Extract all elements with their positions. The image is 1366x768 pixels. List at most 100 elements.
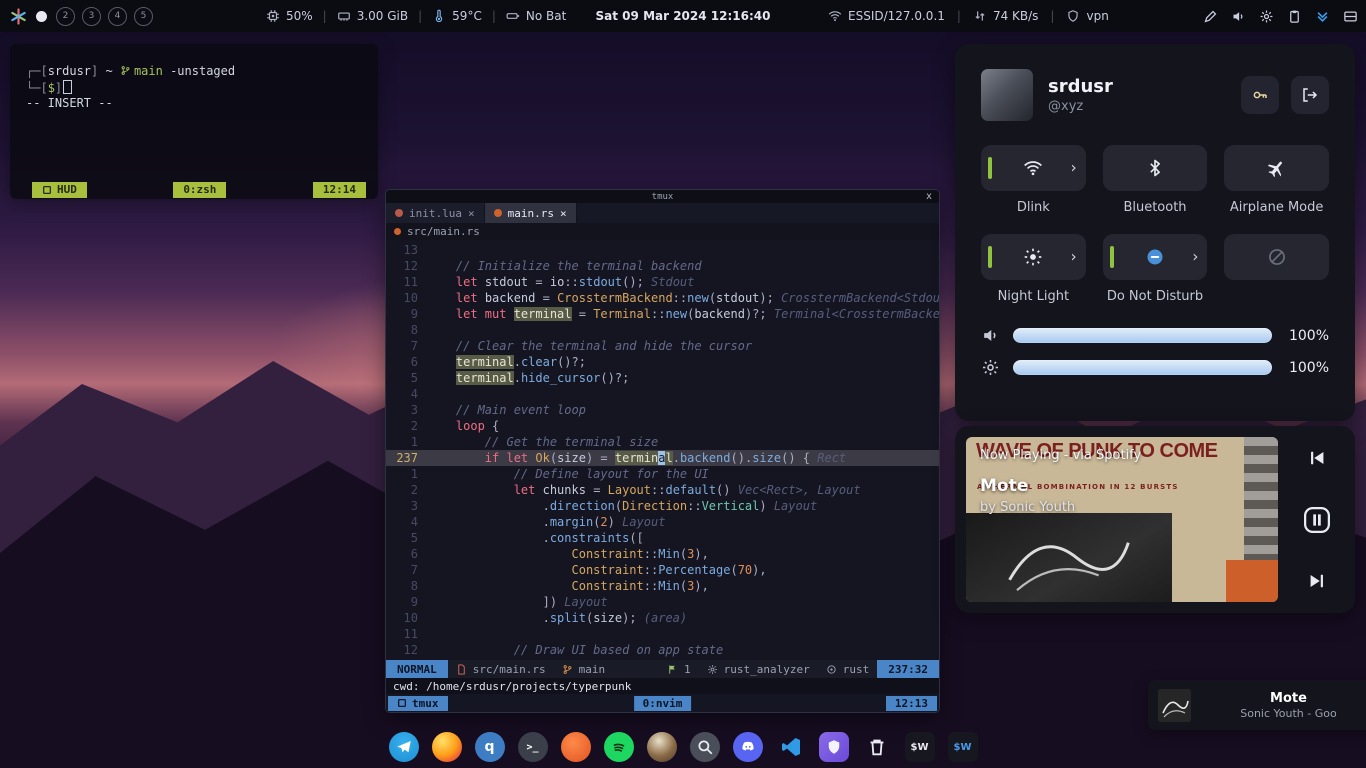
tab-init-lua[interactable]: init.lua ×: [386, 203, 485, 223]
filetype-icon: [826, 664, 837, 675]
window-title: tmux: [652, 192, 674, 202]
dock-wezterm-blue-icon[interactable]: $W: [948, 732, 978, 762]
volume-slider[interactable]: [1013, 328, 1272, 343]
tab-main-rs[interactable]: main.rs ×: [485, 203, 577, 223]
next-track-button[interactable]: [1306, 570, 1328, 592]
dock-firefox-icon[interactable]: [432, 732, 462, 762]
dock-vscode-icon[interactable]: [776, 732, 806, 762]
diagnostic-flag-icon: [667, 664, 678, 675]
code-line: 6 terminal.clear()?;: [386, 354, 939, 370]
divider: [1050, 9, 1054, 23]
wifi-icon: [828, 9, 842, 23]
terminal-window[interactable]: ┌─[srdusr] ~ main -unstaged└─[$]-- INSER…: [10, 44, 378, 199]
dock-trash-icon[interactable]: [862, 732, 892, 762]
breadcrumb: src/main.rs: [386, 223, 939, 240]
line-number: 1: [386, 466, 427, 482]
previous-track-button[interactable]: [1306, 447, 1328, 469]
tab-close-icon[interactable]: ×: [468, 207, 475, 220]
workspace-3[interactable]: 3: [82, 7, 101, 26]
code-line: 7 // Clear the terminal and hide the cur…: [386, 338, 939, 354]
code-line: 12 // Initialize the terminal backend: [386, 258, 939, 274]
code-line: 4 .margin(2) Layout: [386, 514, 939, 530]
vpn-status[interactable]: vpn: [1066, 9, 1108, 23]
code-line: 6 Constraint::Min(3),: [386, 546, 939, 562]
pause-button[interactable]: [1302, 505, 1332, 535]
track-title: Mote: [980, 476, 1028, 496]
logout-icon: [1301, 86, 1319, 104]
toggle-airplane[interactable]: [1224, 145, 1329, 191]
chevron-double-down-icon[interactable]: [1315, 9, 1330, 24]
window-close-button[interactable]: x: [926, 190, 932, 203]
toggle-bluetooth[interactable]: [1103, 145, 1208, 191]
dock-search-icon[interactable]: [690, 732, 720, 762]
settings-gear-icon[interactable]: [1259, 9, 1274, 24]
workspace-active-indicator[interactable]: [36, 11, 47, 22]
line-number: 9: [386, 594, 427, 610]
code-line: 5 .constraints([: [386, 530, 939, 546]
dock-telegram-icon[interactable]: [389, 732, 419, 762]
toggle-blocked[interactable]: [1224, 234, 1329, 280]
brightness-sun-icon: [981, 358, 1000, 377]
code-line: 9 ]) Layout: [386, 594, 939, 610]
vpn-shield-icon: [1066, 9, 1080, 23]
code-area[interactable]: 1312 // Initialize the terminal backend1…: [386, 240, 939, 660]
brightness-slider[interactable]: [1013, 360, 1272, 375]
cpu-stat: 50%: [266, 9, 313, 23]
password-key-button[interactable]: [1241, 76, 1279, 114]
workspace-4[interactable]: 4: [108, 7, 127, 26]
dock-discord-icon[interactable]: [733, 732, 763, 762]
toggle-label: Dlink: [981, 200, 1086, 217]
statusline-filetype: rust: [818, 660, 878, 678]
dock-shell-icon[interactable]: >_: [518, 732, 548, 762]
divider: [323, 9, 327, 23]
code-line: 3 // Main event loop: [386, 402, 939, 418]
notification-album-art: [1158, 689, 1191, 722]
dock-postman-icon[interactable]: [561, 732, 591, 762]
memory-icon: [337, 9, 351, 23]
tmux-time-segment: 12:13: [886, 696, 937, 711]
line-number: 12: [386, 258, 427, 274]
dock-gimp-icon[interactable]: [647, 732, 677, 762]
dock-spotify-icon[interactable]: [604, 732, 634, 762]
memory-stat: 3.00 GiB: [337, 9, 408, 23]
workspace-5[interactable]: 5: [134, 7, 153, 26]
battery-icon: [506, 9, 520, 23]
line-number: 7: [386, 562, 427, 578]
battery-stat: No Bat: [506, 9, 566, 23]
line-number: 6: [386, 546, 427, 562]
workspace-2[interactable]: 2: [56, 7, 75, 26]
speaker-icon[interactable]: [1231, 9, 1246, 24]
tmux-window[interactable]: tmux x init.lua × main.rs × src/main.rs …: [385, 189, 940, 713]
notification[interactable]: Mote Sonic Youth - Goo: [1148, 680, 1366, 730]
zsh-segment: 0:zsh: [173, 182, 226, 198]
tray-rows-icon[interactable]: [1343, 9, 1358, 24]
terminal-statusbar: HUD 0:zsh 12:14: [10, 181, 378, 198]
dock-protonpass-icon[interactable]: [819, 732, 849, 762]
distro-logo-icon[interactable]: [10, 8, 27, 25]
nightlight-icon: [1023, 247, 1043, 267]
tmux-window-segment[interactable]: 0:nvim: [634, 696, 692, 711]
pane-icon: [397, 698, 407, 708]
temperature-stat: 59°C: [432, 9, 482, 23]
brush-icon[interactable]: [1203, 9, 1218, 24]
code-line: 12 // Draw UI based on app state: [386, 642, 939, 658]
line-number: 4: [386, 514, 427, 530]
toggle-dnd[interactable]: ›: [1103, 234, 1208, 280]
tmux-session-segment[interactable]: tmux: [388, 696, 448, 711]
topbar-network: ESSID/127.0.0.1 74 KB/s vpn: [828, 0, 1109, 32]
clipboard-icon[interactable]: [1287, 9, 1302, 24]
toggle-nightlight[interactable]: ›: [981, 234, 1086, 280]
tab-close-icon[interactable]: ×: [560, 207, 567, 220]
key-icon: [1251, 86, 1269, 104]
hud-segment: HUD: [32, 182, 87, 198]
now-playing-label: Now Playing - via Spotify: [980, 448, 1141, 463]
wifi-status[interactable]: ESSID/127.0.0.1: [828, 9, 945, 23]
tab-label: main.rs: [508, 207, 554, 220]
logout-button[interactable]: [1291, 76, 1329, 114]
clock[interactable]: Sat 09 Mar 2024 12:16:40: [596, 0, 771, 32]
dock-wezterm-white-icon[interactable]: $W: [905, 732, 935, 762]
dock-qutebrowser-icon[interactable]: q: [475, 732, 505, 762]
statusline-diagnostics: 1: [659, 660, 699, 678]
terminal-line: └─[$]: [26, 80, 362, 96]
toggle-dlink[interactable]: ›: [981, 145, 1086, 191]
